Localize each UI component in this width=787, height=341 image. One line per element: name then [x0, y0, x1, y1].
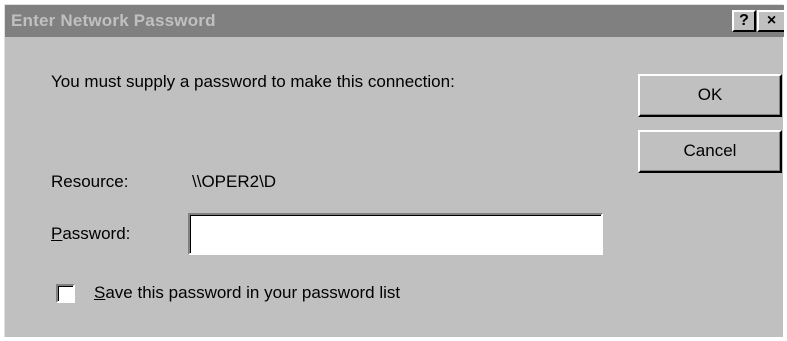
save-password-checkbox[interactable]: [56, 284, 75, 303]
save-password-text: ave this password in your password list: [105, 283, 401, 302]
password-label: Password:: [51, 224, 130, 244]
dialog-title: Enter Network Password: [11, 11, 216, 30]
resource-value: \\OPER2\D: [192, 172, 277, 191]
help-button[interactable]: ?: [732, 10, 756, 32]
title-bar[interactable]: Enter Network Password ? ×: [5, 5, 784, 37]
save-password-accelerator: S: [94, 283, 106, 302]
close-icon: ×: [766, 12, 777, 29]
password-input[interactable]: [188, 213, 603, 255]
close-button[interactable]: ×: [757, 10, 784, 32]
prompt-text: You must supply a password to make this …: [51, 72, 455, 91]
password-label-text: assword:: [62, 224, 131, 243]
ok-button[interactable]: OK: [638, 74, 782, 117]
save-password-label[interactable]: Save this password in your password list: [94, 283, 400, 303]
cancel-button[interactable]: Cancel: [638, 130, 782, 173]
enter-network-password-dialog: Enter Network Password ? × You must supp…: [4, 4, 784, 337]
password-label-accelerator: P: [51, 224, 63, 243]
help-icon: ?: [739, 12, 749, 29]
resource-label: Resource:: [51, 172, 129, 191]
